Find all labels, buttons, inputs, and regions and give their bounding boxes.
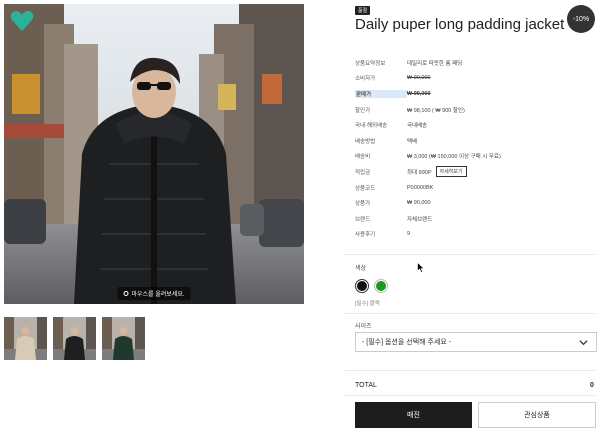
heart-icon[interactable] (10, 10, 34, 32)
magnifier-icon (123, 291, 129, 296)
buy-button[interactable]: 매진 (355, 402, 472, 428)
color-swatch-black[interactable] (355, 279, 369, 293)
size-option-label: 사이즈 (355, 324, 372, 330)
spec-row-shipping-fee: 배송비 ₩ 3,000 (₩ 150,000 이상 구매 시 무료) (355, 149, 595, 165)
spec-label: 국내·해외배송 (355, 123, 388, 130)
product-title: Daily puper long padding jacket (355, 16, 565, 33)
mouse-cursor-icon (417, 262, 425, 273)
spec-label: 상품요약정보 (355, 60, 386, 67)
spec-row-points: 적립금 최대 990P 자세히보기 (355, 164, 595, 180)
wishlist-button[interactable]: 관심상품 (478, 402, 596, 428)
thumbnail-beige[interactable] (4, 317, 47, 360)
thumbnail-list (4, 317, 145, 360)
color-option-label: 색상 (355, 266, 367, 272)
spec-row-retail-price: 소비자가 ₩ 90,000 (355, 71, 595, 87)
spec-value: ₩ 3,000 (₩ 150,000 이상 구매 시 무료) (407, 154, 501, 161)
spec-label: 배송비 (355, 154, 371, 161)
color-swatches (355, 279, 388, 293)
spec-row-reviews: 사용후기 9 (355, 227, 595, 243)
spec-value: 택배 (407, 138, 418, 145)
size-select-value: - [필수] 옵션을 선택해 주세요 - (362, 339, 452, 346)
zoom-hint-text: 마우스를 올려보세요. (131, 292, 185, 298)
spec-label: 적립금 (355, 169, 371, 176)
review-count: 9 (407, 231, 411, 238)
spec-label: 소비자가 (355, 76, 376, 83)
spec-value: 국내배송 (407, 123, 428, 130)
total-value: 0 (590, 382, 594, 389)
thumbnail-black[interactable] (53, 317, 96, 360)
spec-value: ₩ 90,000 (407, 200, 431, 207)
zoom-hint: 마우스를 올려보세요. (117, 287, 191, 300)
spec-label: 사용후기 (355, 232, 376, 239)
soldout-tag: 품절 (355, 6, 371, 15)
spec-label: 배송방법 (355, 138, 376, 145)
product-spec-table: 상품요약정보 데일리로 따뜻한 롱 패딩 소비자가 ₩ 90,000 판매가 ₩… (355, 55, 595, 242)
divider (345, 370, 595, 371)
spec-row-brand: 브랜드 자체브랜드 (355, 211, 595, 227)
spec-value: P00000BK (407, 184, 434, 191)
spec-label: 할인가 (355, 107, 371, 114)
discount-badge: -10% (567, 5, 595, 33)
spec-value: 자체브랜드 (407, 216, 433, 223)
spec-label: 상품가 (355, 201, 371, 208)
divider (345, 395, 595, 396)
spec-row-product-price: 상품가 ₩ 90,000 (355, 195, 595, 211)
discount-price: ₩ 98,100 ( ₩ 900 할인) (407, 107, 465, 114)
spec-label: 브랜드 (355, 216, 371, 223)
divider (345, 254, 595, 255)
spec-row-sale-price: 판매가 ₩ 99,000 (355, 86, 595, 102)
divider (345, 313, 595, 314)
spec-row-shipping-method: 배송방법 택배 (355, 133, 595, 149)
selected-color-note: [필수] 블랙 (355, 301, 380, 307)
color-swatch-green[interactable] (374, 279, 388, 293)
thumbnail-green[interactable] (102, 317, 145, 360)
points-detail-button[interactable]: 자세히보기 (435, 166, 467, 178)
spec-label: 상품코드 (355, 185, 376, 192)
spec-row-discount-price: 할인가 ₩ 98,100 ( ₩ 900 할인) (355, 102, 595, 118)
total-label: TOTAL (355, 382, 377, 389)
sale-price: ₩ 99,000 (407, 90, 431, 97)
size-select[interactable]: - [필수] 옵션을 선택해 주세요 - (355, 332, 597, 352)
spec-label: 판매가 (355, 89, 407, 98)
points-value: 최대 990P (407, 169, 432, 176)
spec-row-shipping-region: 국내·해외배송 국내배송 (355, 117, 595, 133)
spec-row-product-code: 상품코드 P00000BK (355, 180, 595, 196)
retail-price: ₩ 90,000 (407, 75, 431, 82)
chevron-down-icon (579, 340, 588, 346)
spec-value: 데일리로 따뜻한 롱 패딩 (407, 60, 463, 67)
spec-row-summary: 상품요약정보 데일리로 따뜻한 롱 패딩 (355, 55, 595, 71)
spec-value-group: 최대 990P 자세히보기 (407, 166, 467, 178)
main-product-image[interactable]: 마우스를 올려보세요. (4, 4, 304, 304)
